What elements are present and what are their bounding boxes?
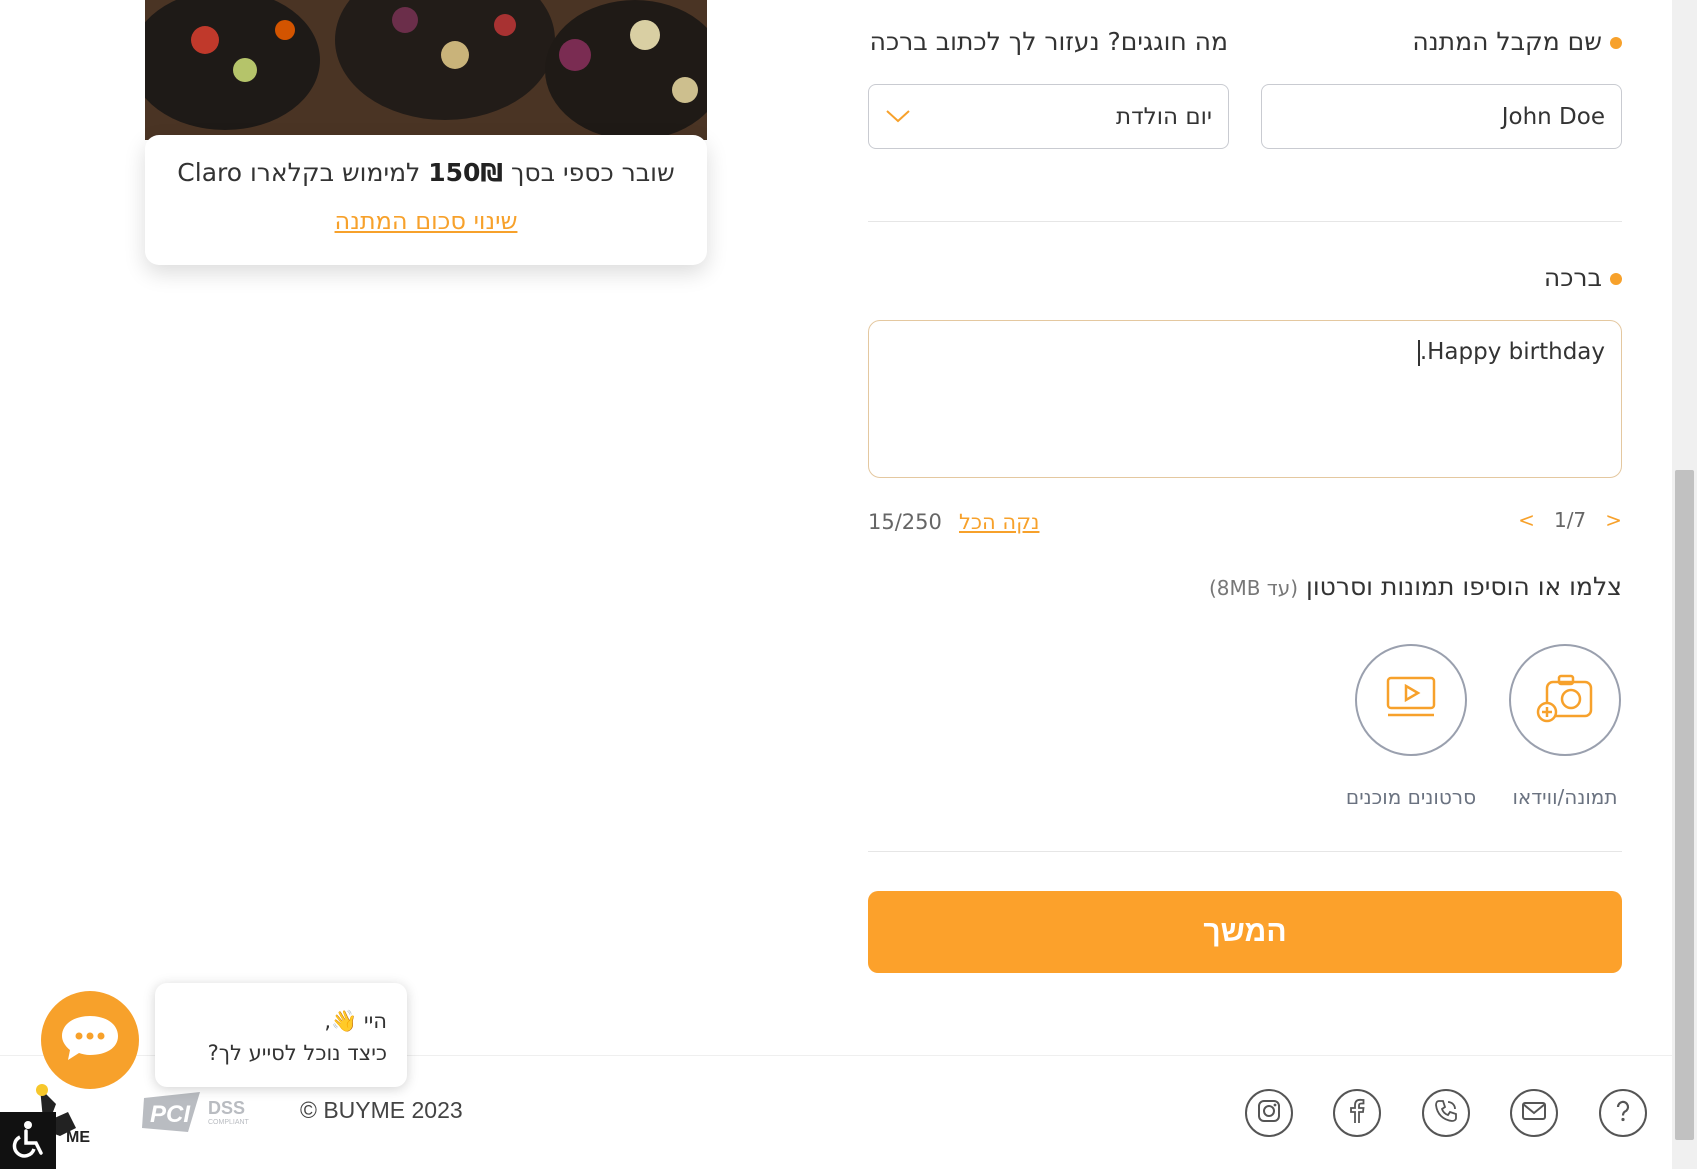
pci-dss-badge: PCI DSS COMPLIANT: [138, 1088, 262, 1136]
video-play-icon: [1385, 675, 1437, 725]
accessibility-button[interactable]: [0, 1112, 56, 1169]
chat-bubble-icon: [58, 1012, 122, 1068]
recipient-name-value: John Doe: [1501, 103, 1605, 130]
ready-videos-button[interactable]: [1355, 644, 1467, 756]
email-button[interactable]: [1510, 1089, 1558, 1137]
greeting-text: Happy birthday.: [1419, 339, 1605, 365]
chat-popup[interactable]: היי 👋, כיצד נוכל לסייע לך?: [155, 983, 407, 1087]
envelope-icon: [1521, 1101, 1547, 1125]
phone-button[interactable]: [1422, 1089, 1470, 1137]
clear-all-link[interactable]: נקה הכל: [959, 510, 1039, 534]
pager-prev-button[interactable]: <: [1518, 508, 1535, 532]
add-photo-video-button[interactable]: [1509, 644, 1621, 756]
media-title: צלמו או הוסיפו תמונות וסרטון (עד 8MB): [1208, 572, 1622, 601]
chat-question: כיצד נוכל לסייע לך?: [207, 1041, 387, 1065]
svg-text:COMPLIANT: COMPLIANT: [208, 1119, 250, 1126]
change-amount-link[interactable]: שינוי סכום המתנה: [145, 207, 707, 235]
required-dot: [1610, 37, 1622, 49]
chat-button[interactable]: [41, 991, 139, 1089]
chevron-down-icon: [885, 104, 911, 130]
gift-amount: 150₪: [428, 158, 504, 187]
greeting-textarea[interactable]: Happy birthday.: [868, 320, 1622, 478]
recipient-label: שם מקבל המתנה: [1412, 27, 1622, 56]
continue-button[interactable]: המשך: [868, 891, 1622, 973]
svg-text:PCI: PCI: [150, 1101, 191, 1128]
facebook-button[interactable]: [1333, 1089, 1381, 1137]
recipient-name-input[interactable]: John Doe: [1261, 84, 1622, 149]
camera-plus-icon: [1535, 672, 1595, 728]
gift-photo: [145, 0, 707, 140]
gift-card: [145, 135, 707, 265]
pager-value: 1/7: [1553, 508, 1587, 532]
divider: [868, 221, 1622, 222]
svg-text:ME: ME: [66, 1129, 90, 1146]
chat-greeting: היי 👋,: [324, 1009, 387, 1033]
occasion-select[interactable]: יום הולדת: [868, 84, 1229, 149]
help-button[interactable]: [1599, 1089, 1647, 1137]
wheelchair-icon: [8, 1119, 48, 1163]
gift-description: שובר כספי בסך 150₪ למימוש בקלארו Claro: [177, 158, 675, 187]
facebook-icon: [1346, 1098, 1368, 1128]
question-icon: [1610, 1098, 1636, 1128]
photo-video-label: תמונה/ווידאו: [1512, 785, 1618, 809]
copyright-text: © BUYME 2023: [300, 1097, 463, 1123]
occasion-value: יום הולדת: [1115, 103, 1212, 130]
divider: [868, 851, 1622, 852]
ready-videos-label: סרטונים מוכנים: [1345, 785, 1477, 809]
svg-text:DSS: DSS: [208, 1098, 245, 1118]
greeting-label: ברכה: [1544, 263, 1622, 292]
char-counter: 15/250: [868, 510, 942, 534]
instagram-button[interactable]: [1245, 1089, 1293, 1137]
pager-next-button[interactable]: >: [1605, 508, 1622, 532]
scrollbar-thumb[interactable]: [1675, 470, 1694, 1140]
occasion-label: מה חוגגים? נעזור לך לכתוב ברכה: [869, 27, 1228, 56]
media-limit: (עד 8MB): [1208, 576, 1299, 600]
phone-icon: [1433, 1098, 1459, 1128]
greeting-pager: < 1/7 >: [1518, 508, 1622, 532]
required-dot: [1610, 273, 1622, 285]
instagram-icon: [1256, 1098, 1282, 1128]
